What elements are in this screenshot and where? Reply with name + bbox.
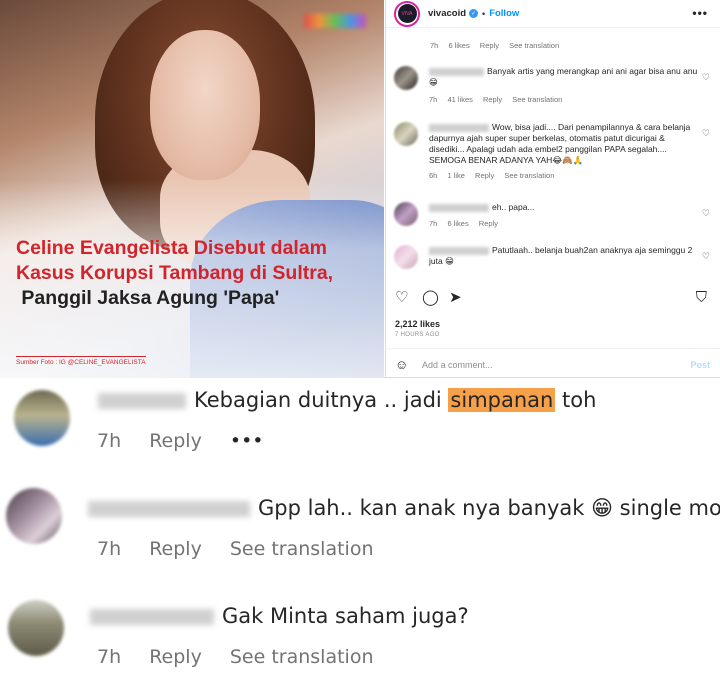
instagram-post: Celine Evangelista Disebut dalam Kasus K…: [0, 0, 720, 378]
comment-input[interactable]: Add a comment...: [422, 360, 493, 370]
comment-time: 7h: [429, 95, 438, 104]
comment-body: Patutlaah.. belanja buah2an anaknya aja …: [429, 245, 699, 267]
comment-time: 7h: [97, 538, 122, 560]
comment-likes[interactable]: 1 like: [447, 171, 465, 180]
comment-body: eh.. papa... 7h 6 likes Reply: [429, 202, 699, 229]
account-avatar-image: VIVA: [397, 4, 417, 23]
likes-count[interactable]: 2,212 likes: [395, 319, 440, 329]
commenter-avatar[interactable]: [14, 390, 70, 446]
commenter-avatar[interactable]: [394, 66, 418, 90]
like-heart-icon[interactable]: ♡: [395, 290, 408, 306]
blurred-username: [429, 246, 489, 255]
blurred-username: [90, 609, 214, 625]
reply-button[interactable]: Reply: [149, 538, 202, 560]
commenter-avatar[interactable]: [394, 122, 418, 146]
comment-text: eh.. papa...: [492, 202, 535, 212]
add-comment-bar: ☺ Add a comment... Post: [385, 348, 720, 378]
see-translation-button[interactable]: See translation: [509, 41, 559, 50]
reply-button[interactable]: Reply: [483, 95, 502, 104]
emoji-icon[interactable]: ☺: [395, 357, 408, 372]
zoomed-comment-text: Gak Minta saham juga?: [90, 604, 469, 628]
zoomed-comment-meta: 7h Reply •••: [97, 430, 285, 452]
post-button[interactable]: Post: [690, 360, 710, 370]
zoomed-comment-meta: 7h Reply See translation: [97, 538, 396, 560]
headline-dark-text: Panggil Jaksa Agung 'Papa': [21, 287, 280, 309]
like-heart-icon[interactable]: ♡: [702, 72, 710, 83]
see-translation-button[interactable]: See translation: [512, 95, 562, 104]
zoomed-comment-meta: 7h Reply See translation: [97, 646, 396, 668]
like-heart-icon[interactable]: ♡: [702, 251, 710, 262]
photo-face: [150, 30, 260, 180]
reply-button[interactable]: Reply: [480, 41, 499, 50]
follow-button[interactable]: Follow: [489, 8, 519, 19]
comment-time: 7h: [97, 646, 122, 668]
commenter-avatar[interactable]: [6, 488, 62, 544]
comment-item: Banyak artis yang merangkap ani ani agar…: [394, 66, 714, 105]
comment-item: Wow, bisa jadi.... Dari penampilannya & …: [394, 122, 714, 181]
comment-likes[interactable]: 6 likes: [447, 219, 468, 228]
comment-item: Patutlaah.. belanja buah2an anaknya aja …: [394, 245, 714, 269]
previous-comment-meta: 7h 6 likes Reply See translation: [430, 41, 567, 50]
like-heart-icon[interactable]: ♡: [702, 208, 710, 219]
comment-time: 7h: [97, 430, 122, 452]
commenter-avatar[interactable]: [8, 600, 64, 656]
see-translation-button[interactable]: See translation: [230, 646, 374, 668]
comment-meta: 6h 1 like Reply See translation: [429, 170, 699, 181]
comment-meta: 7h 6 likes Reply: [429, 218, 699, 229]
share-send-icon[interactable]: ➤: [449, 290, 462, 306]
comment-likes[interactable]: 41 likes: [447, 95, 472, 104]
account-name[interactable]: vivacoid: [428, 8, 466, 19]
blurred-logo: [304, 14, 366, 28]
post-header: VIVA vivacoid ✓ • Follow •••: [386, 0, 720, 28]
reply-button[interactable]: Reply: [479, 219, 498, 228]
like-heart-icon[interactable]: ♡: [702, 128, 710, 139]
blurred-username: [429, 203, 489, 212]
commenter-avatar[interactable]: [394, 202, 418, 226]
commenter-avatar[interactable]: [394, 245, 418, 269]
comment-time: 7h: [429, 219, 438, 228]
headline-red-text: Celine Evangelista Disebut dalam Kasus K…: [16, 237, 334, 284]
reply-button[interactable]: Reply: [149, 430, 202, 452]
post-actions: ♡ ◯ ➤ ⛉: [395, 290, 715, 308]
more-options-icon[interactable]: •••: [692, 6, 708, 20]
bookmark-icon[interactable]: ⛉: [696, 290, 707, 306]
post-time: 7 HOURS AGO: [395, 332, 440, 338]
comment-body: Wow, bisa jadi.... Dari penampilannya & …: [429, 122, 699, 181]
see-translation-button[interactable]: See translation: [230, 538, 374, 560]
blurred-username: [88, 501, 250, 517]
comment-time: 7h: [430, 41, 439, 50]
comment-time: 6h: [429, 171, 438, 180]
blurred-username: [429, 67, 484, 76]
zoomed-comment-text: Kebagian duitnya .. jadi simpanan toh: [98, 388, 596, 412]
reply-button[interactable]: Reply: [149, 646, 202, 668]
verified-badge-icon: ✓: [469, 9, 479, 18]
post-image[interactable]: Celine Evangelista Disebut dalam Kasus K…: [0, 0, 384, 378]
account-avatar[interactable]: VIVA: [394, 0, 420, 27]
separator-dot: •: [482, 8, 486, 19]
photo-source: Sumber Foto : IG @CELINE_EVANGELISTA: [16, 356, 146, 366]
more-options-icon[interactable]: •••: [230, 430, 264, 452]
comment-body: Banyak artis yang merangkap ani ani agar…: [429, 66, 699, 105]
highlighted-word: simpanan: [448, 388, 556, 412]
reply-button[interactable]: Reply: [475, 171, 494, 180]
article-headline: Celine Evangelista Disebut dalam Kasus K…: [16, 236, 376, 311]
zoomed-comments: Kebagian duitnya .. jadi simpanan toh 7h…: [0, 378, 720, 676]
comment-meta: 7h 41 likes Reply See translation: [429, 94, 699, 105]
comment-bubble-icon[interactable]: ◯: [422, 290, 439, 306]
comment-likes[interactable]: 6 likes: [448, 41, 469, 50]
blurred-username: [429, 123, 489, 132]
blurred-username: [98, 393, 186, 409]
comment-item: eh.. papa... 7h 6 likes Reply ♡: [394, 202, 714, 229]
see-translation-button[interactable]: See translation: [504, 171, 554, 180]
zoomed-comment-text: Gpp lah.. kan anak nya banyak 😁 single m…: [88, 496, 720, 520]
